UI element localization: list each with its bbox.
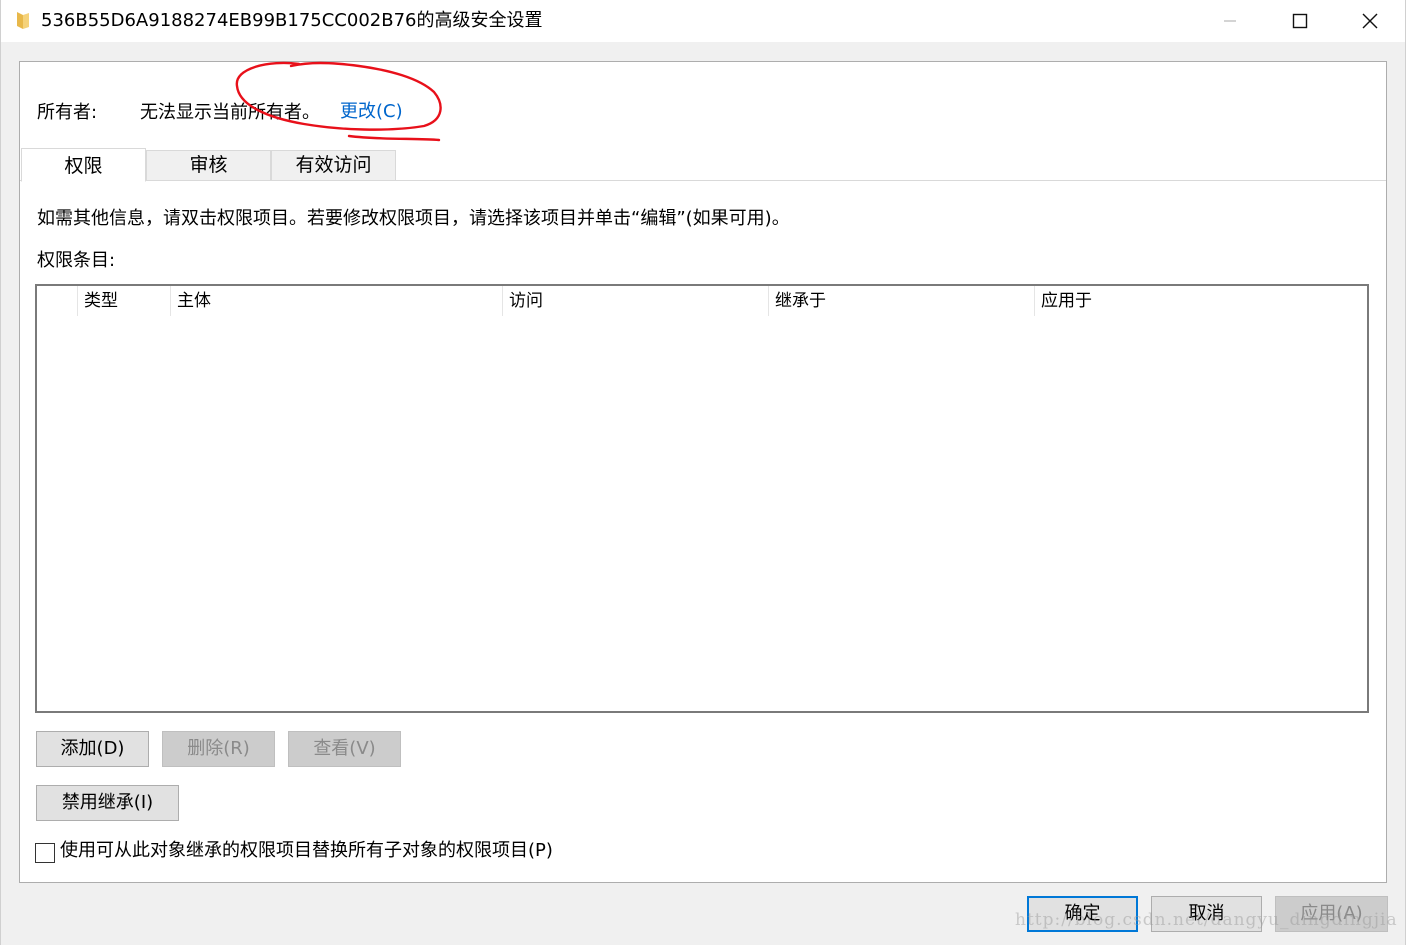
owner-value: 无法显示当前所有者。 — [140, 102, 320, 123]
column-header-applies-to[interactable]: 应用于 — [1034, 286, 1367, 316]
add-button[interactable]: 添加(D) — [36, 731, 149, 767]
close-button[interactable] — [1337, 0, 1403, 42]
tab-strip-divider — [20, 180, 1386, 181]
info-text: 如需其他信息，请双击权限项目。若要修改权限项目，请选择该项目并单击“编辑”(如果… — [37, 208, 790, 229]
column-header-icon — [37, 286, 77, 316]
permission-entries-table[interactable]: 类型 主体 访问 继承于 应用于 — [35, 284, 1369, 713]
advanced-security-settings-window: 536B55D6A9188274EB99B175CC002B76的高级安全设置 … — [0, 0, 1406, 945]
minimize-icon — [1224, 20, 1236, 22]
folder-icon — [17, 12, 29, 29]
disable-inheritance-button[interactable]: 禁用继承(I) — [36, 785, 179, 821]
title-bar[interactable]: 536B55D6A9188274EB99B175CC002B76的高级安全设置 — [1, 0, 1405, 42]
maximize-icon — [1292, 13, 1308, 29]
close-icon — [1362, 13, 1378, 29]
owner-label: 所有者: — [37, 102, 98, 123]
tab-effective-access[interactable]: 有效访问 — [271, 150, 396, 180]
permission-entries-label: 权限条目: — [37, 250, 116, 271]
column-header-access[interactable]: 访问 — [502, 286, 768, 316]
tab-auditing[interactable]: 审核 — [146, 150, 271, 180]
column-header-principal[interactable]: 主体 — [170, 286, 502, 316]
tab-permissions[interactable]: 权限 — [21, 148, 146, 182]
column-header-type[interactable]: 类型 — [77, 286, 170, 316]
minimize-button[interactable] — [1197, 0, 1263, 42]
column-header-inherited-from[interactable]: 继承于 — [768, 286, 1034, 316]
ok-button[interactable]: 确定 — [1027, 896, 1138, 932]
change-owner-link[interactable]: 更改(C) — [340, 100, 403, 124]
window-title: 536B55D6A9188274EB99B175CC002B76的高级安全设置 — [41, 10, 543, 31]
replace-child-permissions-checkbox[interactable] — [35, 843, 55, 863]
replace-child-permissions-label[interactable]: 使用可从此对象继承的权限项目替换所有子对象的权限项目(P) — [60, 839, 553, 863]
view-button[interactable]: 查看(V) — [288, 731, 401, 767]
maximize-button[interactable] — [1267, 0, 1333, 42]
apply-button[interactable]: 应用(A) — [1275, 896, 1388, 932]
remove-button[interactable]: 删除(R) — [162, 731, 275, 767]
cancel-button[interactable]: 取消 — [1151, 896, 1262, 932]
